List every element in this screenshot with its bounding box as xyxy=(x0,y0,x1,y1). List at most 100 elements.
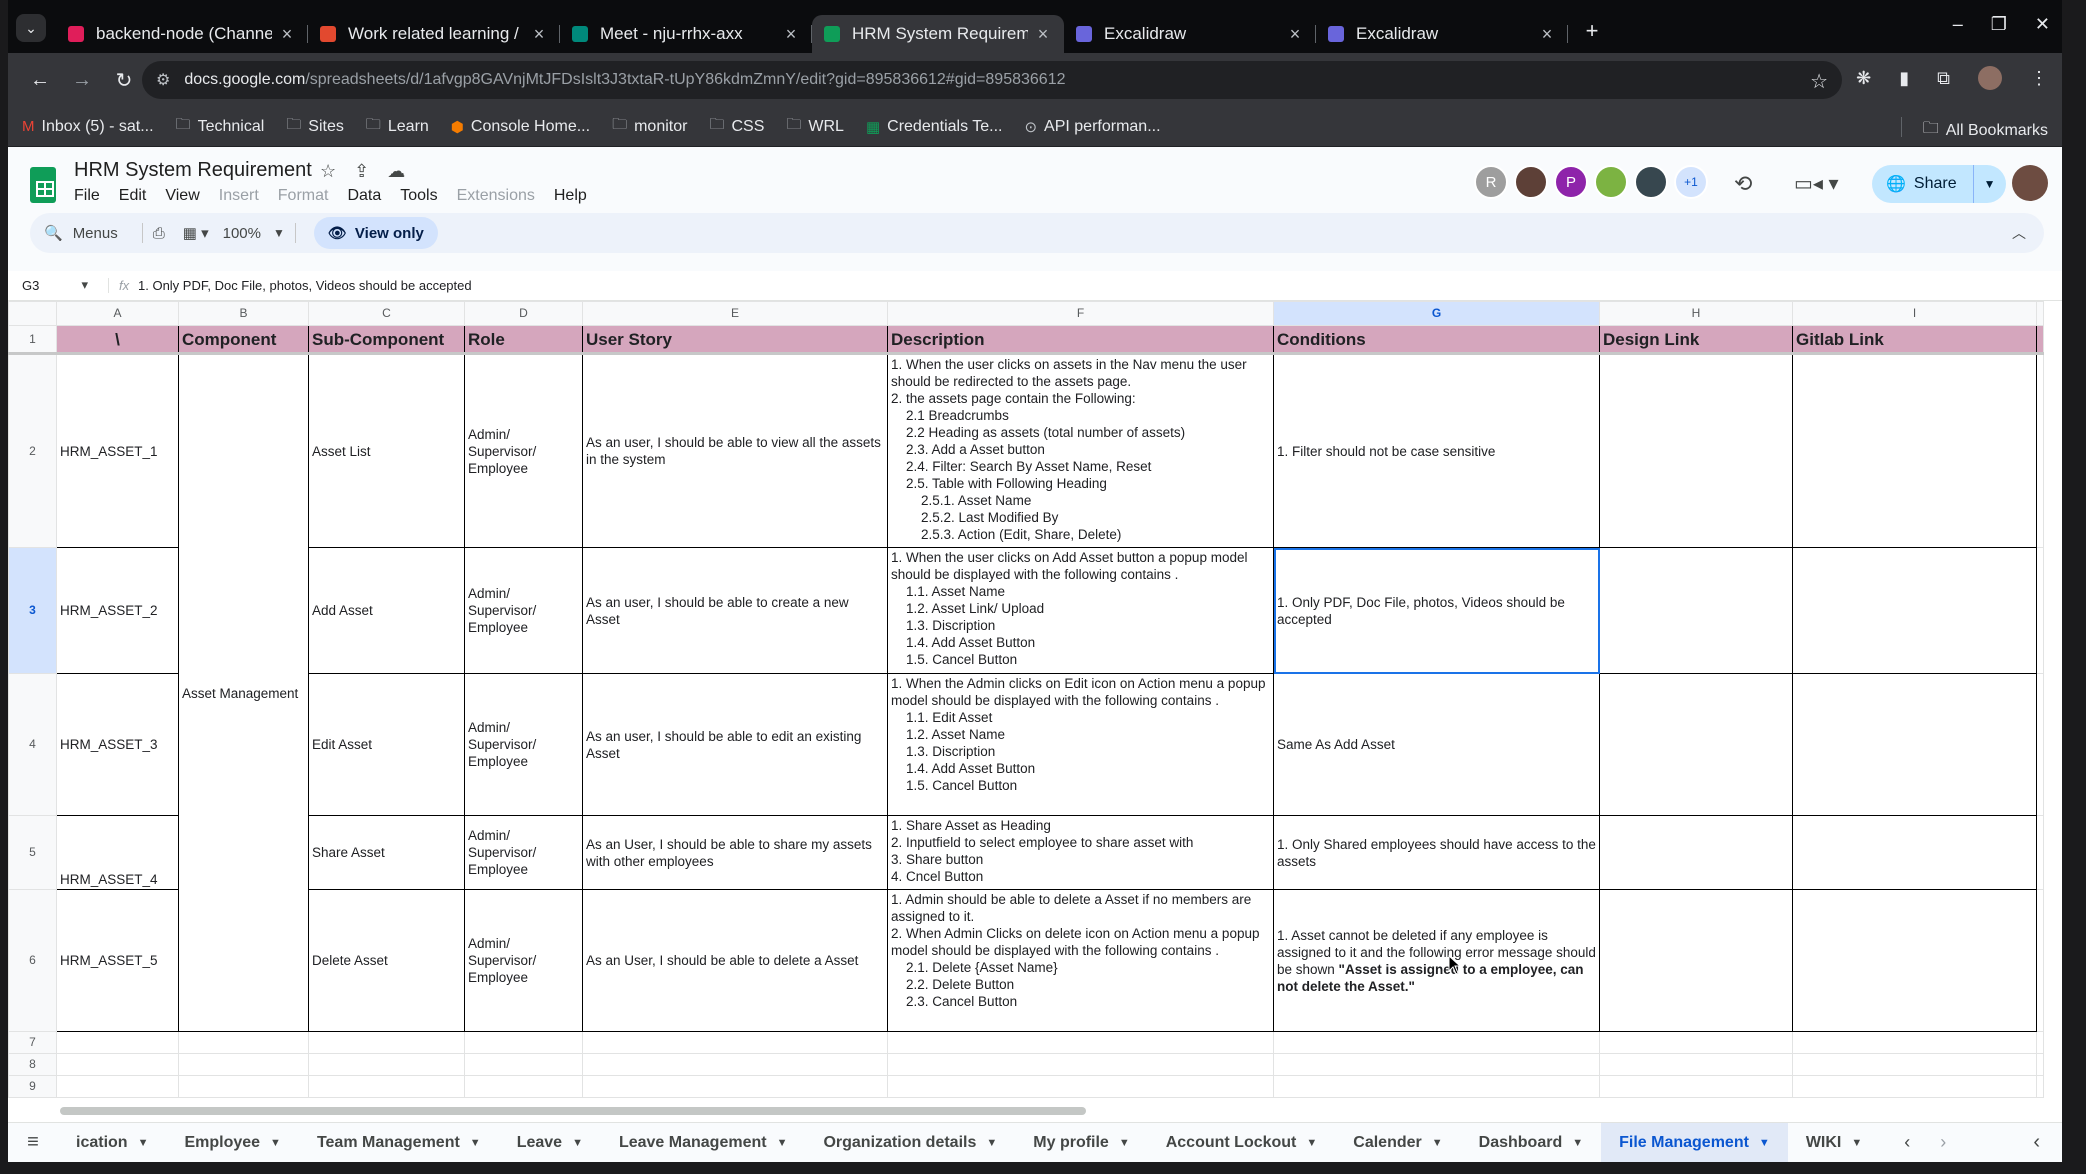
browser-tab[interactable]: Meet - nju-rrhx-axx × xyxy=(560,15,812,53)
column-header-a[interactable]: A xyxy=(56,301,179,326)
menu-extensions[interactable]: Extensions xyxy=(457,187,535,205)
empty-cell[interactable] xyxy=(56,1031,179,1054)
row-header[interactable]: 2 xyxy=(8,353,57,548)
row-header[interactable]: 9 xyxy=(8,1075,57,1098)
forward-icon[interactable]: → xyxy=(64,69,100,92)
gitlab-link-cell[interactable] xyxy=(1792,353,2037,548)
conditions-cell[interactable]: 1. Only Shared employees should have acc… xyxy=(1273,815,1600,890)
menu-data[interactable]: Data xyxy=(347,187,381,205)
gitlab-link-cell[interactable] xyxy=(1792,815,2037,890)
sheet-tab[interactable]: Calender ▼ xyxy=(1335,1123,1460,1163)
meet-call-icon[interactable]: ▭◂ ▾ xyxy=(1794,171,1839,196)
empty-cell[interactable] xyxy=(582,1031,888,1054)
header-cell[interactable]: Component xyxy=(178,325,309,355)
design-link-cell[interactable] xyxy=(1599,547,1793,674)
empty-cell[interactable] xyxy=(178,1031,309,1054)
empty-cell[interactable] xyxy=(464,1031,583,1054)
sheet-tab-dropdown-icon[interactable]: ▼ xyxy=(986,1137,997,1149)
empty-cell[interactable] xyxy=(887,1053,1274,1076)
version-history-icon[interactable]: ⟲ xyxy=(1734,171,1752,197)
bookmark-item[interactable]: ▦ Credentials Te... xyxy=(866,118,1003,136)
all-bookmarks[interactable]: 🗀 All Bookmarks xyxy=(1923,117,2048,144)
role-cell[interactable]: Admin/ Supervisor/ Employee xyxy=(464,547,583,674)
sheets-logo-icon[interactable] xyxy=(30,167,56,203)
empty-cell[interactable] xyxy=(1792,1053,2037,1076)
bookmark-item[interactable]: 🗀 Learn xyxy=(366,114,429,139)
row-header[interactable]: 1 xyxy=(8,325,57,355)
tab-close-icon[interactable]: × xyxy=(1286,24,1304,45)
conditions-cell[interactable]: 1. Filter should not be case sensitive xyxy=(1273,353,1600,548)
empty-cell[interactable] xyxy=(1273,1031,1600,1054)
zoom-select[interactable]: 100% xyxy=(223,225,261,242)
gitlab-link-cell[interactable] xyxy=(1792,673,2037,816)
sheet-tab-dropdown-icon[interactable]: ▼ xyxy=(470,1137,481,1149)
bookmark-item[interactable]: 🗀 Sites xyxy=(286,114,344,139)
role-cell[interactable]: Admin/ Supervisor/ Employee xyxy=(464,889,583,1032)
empty-cell[interactable] xyxy=(1599,1053,1793,1076)
browser-tab[interactable]: backend-node (Channel × xyxy=(56,15,308,53)
restore-icon[interactable]: ❐ xyxy=(1991,14,2007,35)
new-tab-icon[interactable]: + xyxy=(1578,18,1606,48)
menu-file[interactable]: File xyxy=(74,187,100,205)
empty-cell[interactable] xyxy=(56,1075,179,1098)
user-story-cell[interactable]: As an user, I should be able to edit an … xyxy=(582,673,888,816)
collapse-sidebar-icon[interactable]: ‹ xyxy=(2033,1131,2040,1154)
empty-cell[interactable] xyxy=(1273,1053,1600,1076)
sheet-tab-dropdown-icon[interactable]: ▼ xyxy=(1119,1137,1130,1149)
menu-help[interactable]: Help xyxy=(554,187,587,205)
gitlab-link-cell[interactable] xyxy=(1792,547,2037,674)
header-cell[interactable]: Design Link xyxy=(1599,325,1793,355)
all-sheets-icon[interactable]: ≡ xyxy=(8,1131,58,1154)
select-all-corner[interactable] xyxy=(8,301,57,326)
design-link-cell[interactable] xyxy=(1599,353,1793,548)
empty-cell[interactable] xyxy=(582,1053,888,1076)
sheet-tab-dropdown-icon[interactable]: ▼ xyxy=(1759,1137,1770,1149)
sheet-tab-dropdown-icon[interactable]: ▼ xyxy=(270,1137,281,1149)
collaborator-avatar[interactable]: P xyxy=(1554,165,1588,199)
name-box[interactable]: G3 xyxy=(8,277,108,293)
header-cell[interactable]: User Story xyxy=(582,325,888,355)
empty-cell[interactable] xyxy=(1599,1075,1793,1098)
description-cell[interactable]: 1. Share Asset as Heading 2. Inputfield … xyxy=(887,815,1274,890)
row-header[interactable]: 5 xyxy=(8,815,57,890)
site-info-icon[interactable]: ⚙ xyxy=(156,70,170,90)
requirement-id-cell[interactable]: HRM_ASSET_5 xyxy=(56,889,179,1032)
column-header-i[interactable]: I xyxy=(1792,301,2037,326)
empty-cell[interactable] xyxy=(56,1053,179,1076)
star-icon[interactable]: ☆ xyxy=(320,161,336,182)
requirement-id-cell[interactable]: HRM_ASSET_1 xyxy=(56,353,179,548)
tab-close-icon[interactable]: × xyxy=(1034,24,1052,45)
design-link-cell[interactable] xyxy=(1599,673,1793,816)
sheet-tab-dropdown-icon[interactable]: ▼ xyxy=(1432,1137,1443,1149)
sub-component-cell[interactable]: Add Asset xyxy=(308,547,465,674)
user-story-cell[interactable]: As an User, I should be able to share my… xyxy=(582,815,888,890)
header-cell[interactable]: Conditions xyxy=(1273,325,1600,355)
role-cell[interactable]: Admin/ Supervisor/ Employee xyxy=(464,353,583,548)
sub-component-cell[interactable]: Share Asset xyxy=(308,815,465,890)
sheet-tab[interactable]: Team Management ▼ xyxy=(299,1123,499,1163)
conditions-cell[interactable]: Same As Add Asset xyxy=(1273,673,1600,816)
zoom-dropdown-icon[interactable]: ▼ xyxy=(273,226,285,240)
tab-close-icon[interactable]: × xyxy=(530,24,548,45)
sheet-tab[interactable]: File Management ▼ xyxy=(1601,1122,1788,1162)
header-cell[interactable]: Sub-Component xyxy=(308,325,465,355)
header-cell[interactable]: \ xyxy=(56,325,179,355)
column-header-c[interactable]: C xyxy=(308,301,465,326)
description-cell[interactable]: 1. When the Admin clicks on Edit icon on… xyxy=(887,673,1274,816)
collaborator-avatar[interactable] xyxy=(1514,165,1548,199)
description-cell[interactable]: 1. When the user clicks on assets in the… xyxy=(887,353,1274,548)
sub-component-cell[interactable]: Delete Asset xyxy=(308,889,465,1032)
role-cell[interactable]: Admin/ Supervisor/ Employee xyxy=(464,815,583,890)
collaborator-avatar[interactable] xyxy=(1594,165,1628,199)
user-story-cell[interactable]: As an user, I should be able to view all… xyxy=(582,353,888,548)
document-title[interactable]: HRM System Requirement xyxy=(74,159,312,182)
empty-cell[interactable] xyxy=(1273,1075,1600,1098)
conditions-cell[interactable]: 1. Asset cannot be deleted if any employ… xyxy=(1273,889,1600,1032)
bookmark-item[interactable]: 🗀 Technical xyxy=(176,114,265,139)
sheet-tab[interactable]: WIKI ▼ xyxy=(1788,1123,1880,1163)
requirement-id-cell[interactable]: HRM_ASSET_4 xyxy=(56,815,179,890)
browser-tab[interactable]: Work related learning / × xyxy=(308,15,560,53)
tab-close-icon[interactable]: × xyxy=(1538,24,1556,45)
bookmark-item[interactable]: M Inbox (5) - sat... xyxy=(22,118,154,136)
browser-tab[interactable]: HRM System Requireme × xyxy=(812,15,1064,53)
